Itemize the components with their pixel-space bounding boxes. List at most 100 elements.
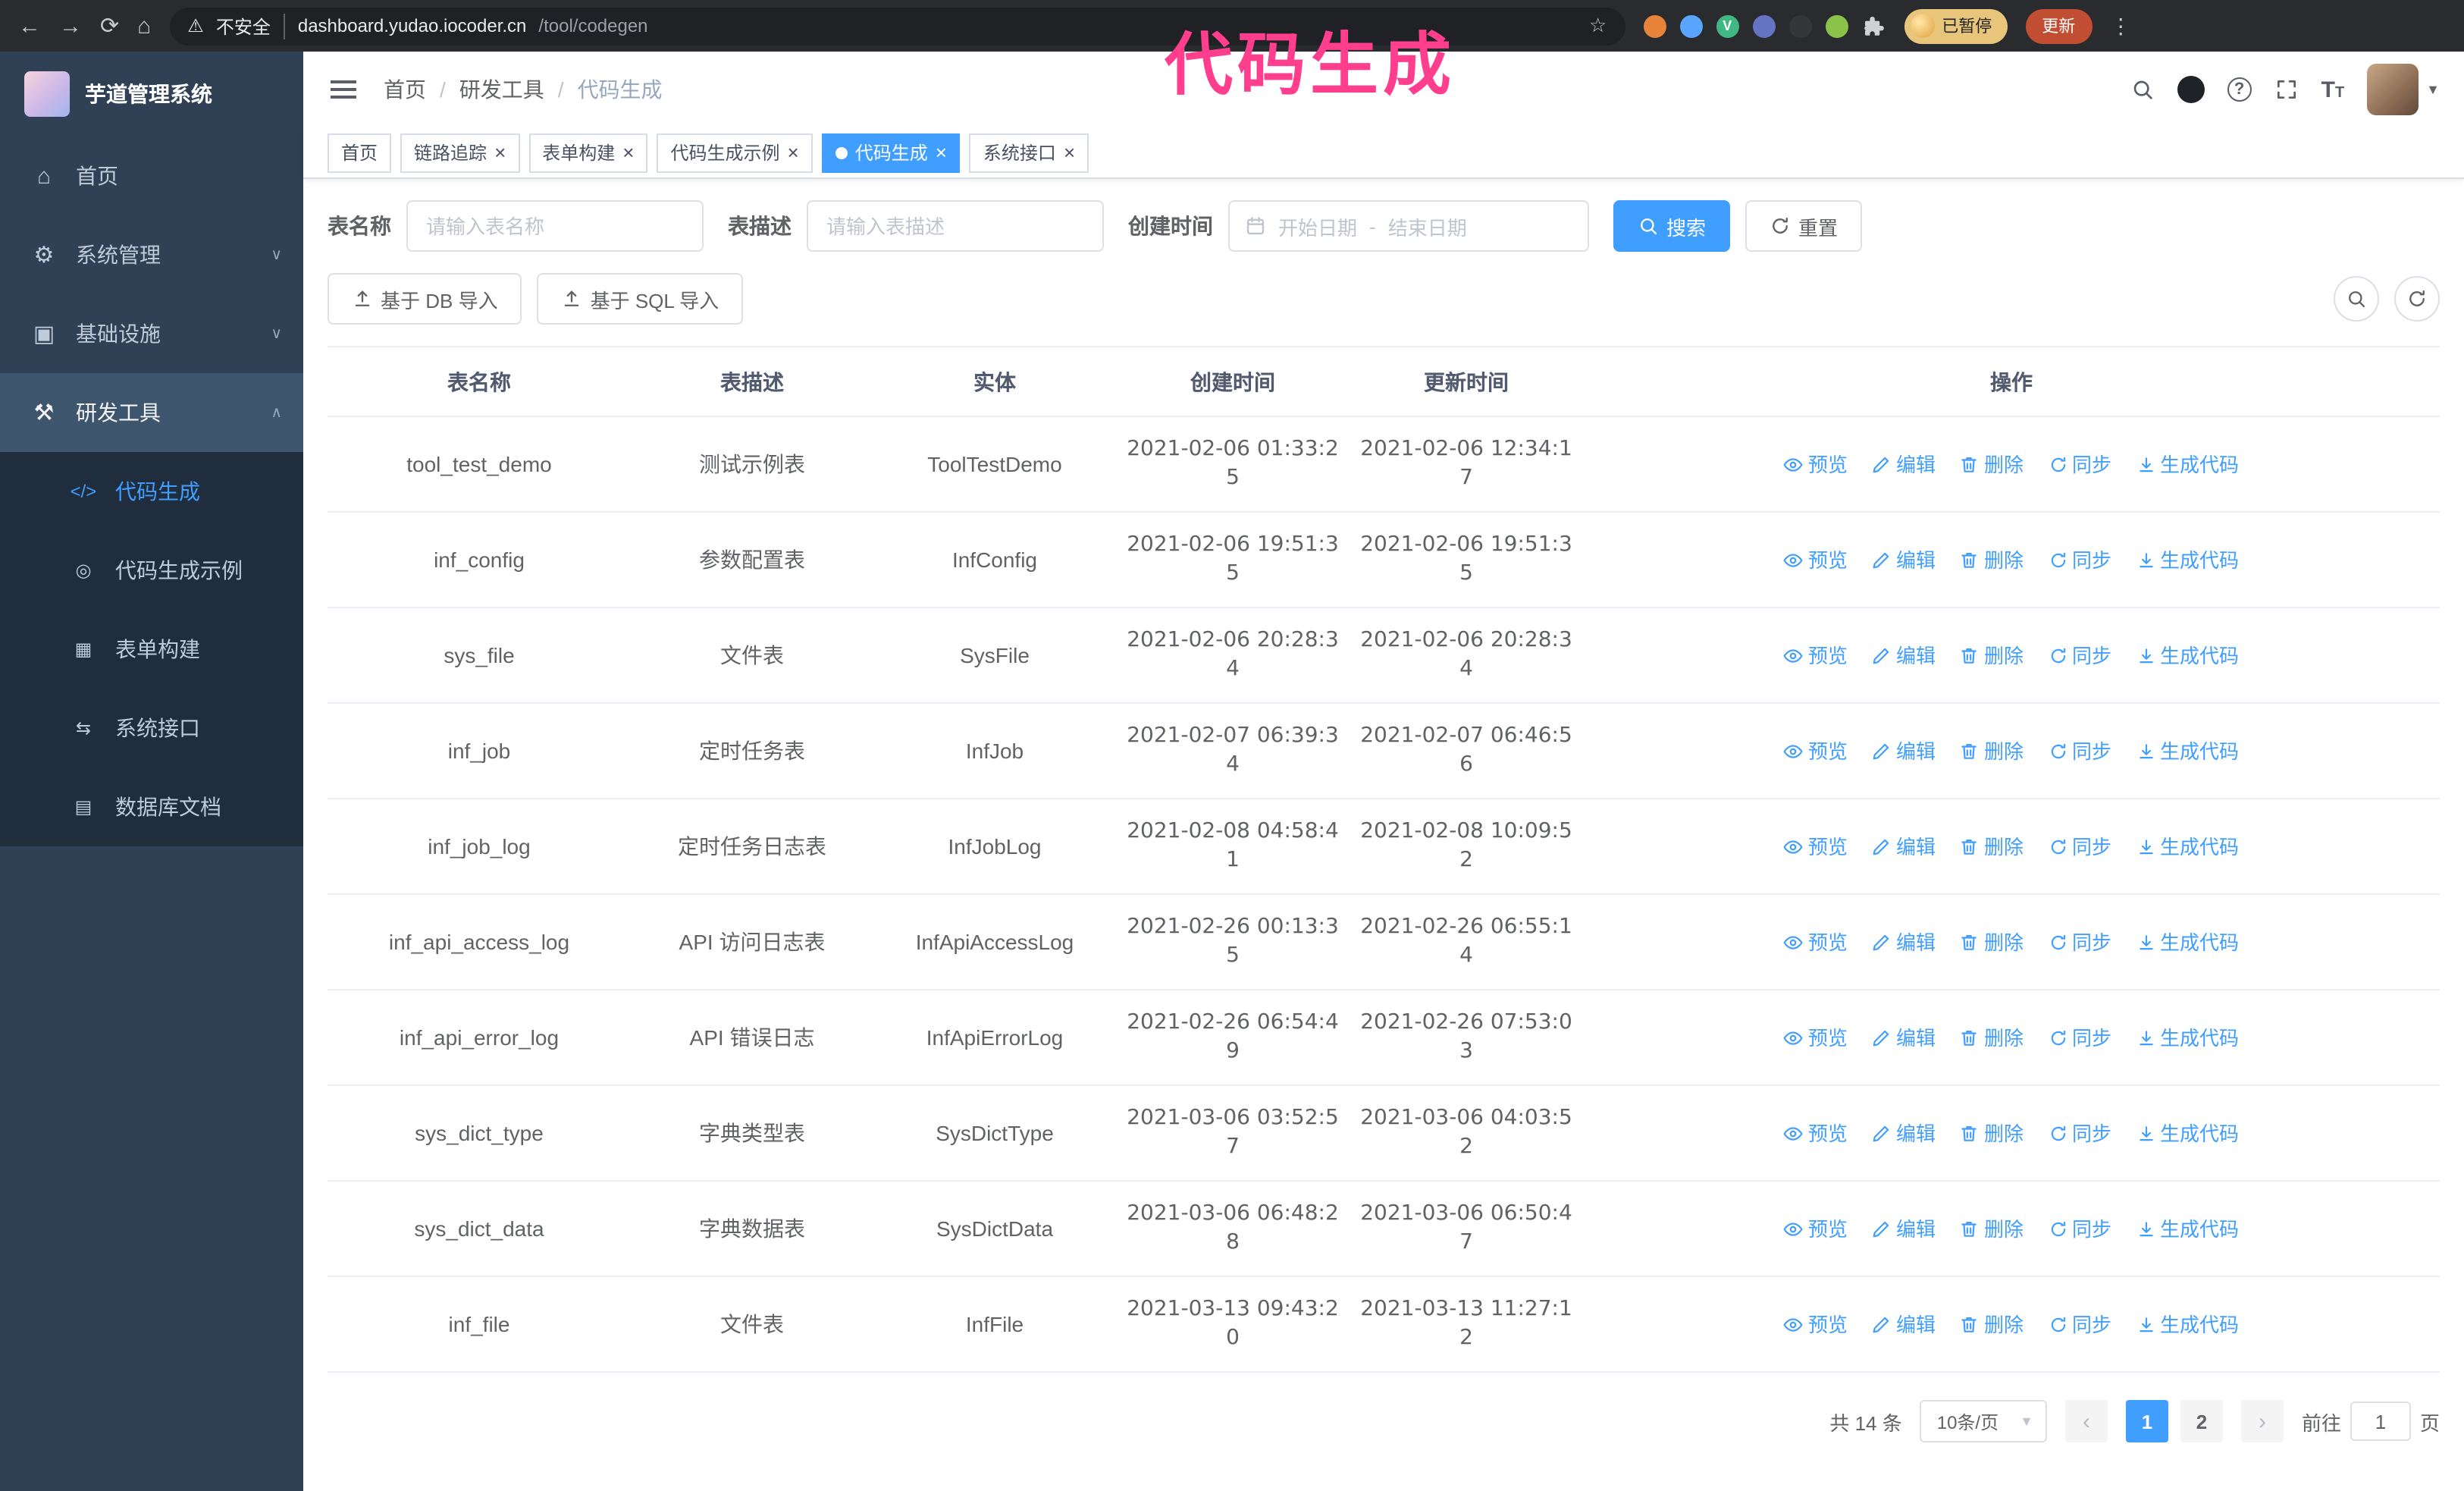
extension-icon-4[interactable] <box>1788 14 1812 37</box>
close-tab-icon[interactable]: × <box>494 143 506 162</box>
preview-link[interactable]: 预览 <box>1784 546 1848 575</box>
page-size-select[interactable]: 10条/页 ▼ <box>1920 1400 2047 1442</box>
extension-icon-1[interactable] <box>1643 14 1666 37</box>
delete-link[interactable]: 删除 <box>1960 450 2024 479</box>
preview-link[interactable]: 预览 <box>1784 833 1848 862</box>
tab-2[interactable]: 表单构建 × <box>528 133 648 172</box>
generate-code-link[interactable]: 生成代码 <box>2136 1024 2239 1053</box>
sidebar-item-system-api[interactable]: ⇆ 系统接口 <box>0 689 303 767</box>
edit-link[interactable]: 编辑 <box>1872 928 1936 957</box>
page-1-button[interactable]: 1 <box>2125 1400 2168 1442</box>
search-icon[interactable] <box>2130 77 2155 102</box>
hamburger-icon[interactable] <box>328 74 359 105</box>
extensions-puzzle-icon[interactable] <box>1861 14 1886 38</box>
import-sql-button[interactable]: 基于 SQL 导入 <box>537 273 744 325</box>
sync-link[interactable]: 同步 <box>2048 1215 2111 1244</box>
generate-code-link[interactable]: 生成代码 <box>2136 450 2239 479</box>
generate-code-link[interactable]: 生成代码 <box>2136 737 2239 766</box>
sidebar-item-form-builder[interactable]: ▦ 表单构建 <box>0 610 303 689</box>
refresh-table-button[interactable] <box>2394 276 2440 322</box>
font-size-icon[interactable]: TT <box>2321 78 2345 101</box>
profile-paused-badge[interactable]: 已暂停 <box>1904 8 2008 43</box>
fullscreen-icon[interactable] <box>2274 77 2299 102</box>
next-page-button[interactable]: › <box>2240 1400 2284 1442</box>
sync-link[interactable]: 同步 <box>2048 450 2111 479</box>
github-icon[interactable] <box>2177 76 2205 103</box>
reset-button[interactable]: 重置 <box>1745 200 1863 252</box>
home-icon[interactable]: ⌂ <box>137 14 151 37</box>
sidebar-item-infrastructure[interactable]: ▣ 基础设施 ∨ <box>0 294 303 373</box>
close-tab-icon[interactable]: × <box>622 143 634 162</box>
generate-code-link[interactable]: 生成代码 <box>2136 833 2239 862</box>
sidebar-item-dev-tools[interactable]: ⚒ 研发工具 ∧ <box>0 373 303 452</box>
date-range-picker[interactable]: 开始日期 - 结束日期 <box>1228 200 1589 252</box>
preview-link[interactable]: 预览 <box>1784 1215 1848 1244</box>
generate-code-link[interactable]: 生成代码 <box>2136 1311 2239 1339</box>
sync-link[interactable]: 同步 <box>2048 1119 2111 1148</box>
toggle-search-button[interactable] <box>2334 276 2379 322</box>
generate-code-link[interactable]: 生成代码 <box>2136 928 2239 957</box>
edit-link[interactable]: 编辑 <box>1872 1119 1936 1148</box>
preview-link[interactable]: 预览 <box>1784 928 1848 957</box>
reload-icon[interactable]: ⟳ <box>100 14 119 37</box>
sidebar-item-system-management[interactable]: ⚙ 系统管理 ∨ <box>0 215 303 294</box>
sync-link[interactable]: 同步 <box>2048 1024 2111 1053</box>
browser-menu-icon[interactable]: ⋮ <box>2110 13 2131 39</box>
tab-1[interactable]: 链路追踪 × <box>400 133 520 172</box>
edit-link[interactable]: 编辑 <box>1872 1024 1936 1053</box>
prev-page-button[interactable]: ‹ <box>2064 1400 2108 1442</box>
sync-link[interactable]: 同步 <box>2048 833 2111 862</box>
edit-link[interactable]: 编辑 <box>1872 642 1936 670</box>
generate-code-link[interactable]: 生成代码 <box>2136 1215 2239 1244</box>
import-db-button[interactable]: 基于 DB 导入 <box>328 273 522 325</box>
extension-icon-3[interactable] <box>1752 14 1776 37</box>
user-menu[interactable]: ▼ <box>2367 64 2440 115</box>
bookmark-star-icon[interactable]: ☆ <box>1589 14 1607 38</box>
update-button[interactable]: 更新 <box>2025 8 2093 43</box>
preview-link[interactable]: 预览 <box>1784 450 1848 479</box>
url-bar[interactable]: ⚠ 不安全 dashboard.yudao.iocoder.cn/tool/co… <box>169 7 1625 45</box>
forward-icon[interactable]: → <box>59 14 82 37</box>
breadcrumb-home[interactable]: 首页 <box>384 74 459 105</box>
tab-5[interactable]: 系统接口 × <box>969 133 1089 172</box>
goto-page-input[interactable] <box>2350 1402 2411 1441</box>
back-icon[interactable]: ← <box>18 14 41 37</box>
sidebar-item-db-doc[interactable]: ▤ 数据库文档 <box>0 767 303 846</box>
sidebar-item-home[interactable]: ⌂ 首页 <box>0 137 303 215</box>
preview-link[interactable]: 预览 <box>1784 642 1848 670</box>
close-tab-icon[interactable]: × <box>1064 143 1075 162</box>
tab-4[interactable]: 代码生成 × <box>821 133 961 172</box>
edit-link[interactable]: 编辑 <box>1872 737 1936 766</box>
delete-link[interactable]: 删除 <box>1960 546 2024 575</box>
edit-link[interactable]: 编辑 <box>1872 833 1936 862</box>
edit-link[interactable]: 编辑 <box>1872 546 1936 575</box>
extension-icon-2[interactable] <box>1679 14 1703 37</box>
edit-link[interactable]: 编辑 <box>1872 1215 1936 1244</box>
close-tab-icon[interactable]: × <box>936 143 947 162</box>
table-desc-input[interactable] <box>807 200 1104 252</box>
delete-link[interactable]: 删除 <box>1960 1215 2024 1244</box>
preview-link[interactable]: 预览 <box>1784 737 1848 766</box>
edit-link[interactable]: 编辑 <box>1872 1311 1936 1339</box>
sync-link[interactable]: 同步 <box>2048 928 2111 957</box>
delete-link[interactable]: 删除 <box>1960 642 2024 670</box>
search-button[interactable]: 搜索 <box>1613 200 1731 252</box>
delete-link[interactable]: 删除 <box>1960 1024 2024 1053</box>
generate-code-link[interactable]: 生成代码 <box>2136 546 2239 575</box>
preview-link[interactable]: 预览 <box>1784 1119 1848 1148</box>
delete-link[interactable]: 删除 <box>1960 833 2024 862</box>
table-name-input[interactable] <box>406 200 704 252</box>
sidebar-item-codegen[interactable]: </> 代码生成 <box>0 452 303 531</box>
help-icon[interactable]: ? <box>2227 77 2252 102</box>
sync-link[interactable]: 同步 <box>2048 642 2111 670</box>
delete-link[interactable]: 删除 <box>1960 1311 2024 1339</box>
generate-code-link[interactable]: 生成代码 <box>2136 1119 2239 1148</box>
page-2-button[interactable]: 2 <box>2180 1400 2223 1442</box>
sync-link[interactable]: 同步 <box>2048 737 2111 766</box>
tab-3[interactable]: 代码生成示例 × <box>657 133 813 172</box>
vue-devtools-icon[interactable]: V <box>1716 14 1739 37</box>
preview-link[interactable]: 预览 <box>1784 1024 1848 1053</box>
delete-link[interactable]: 删除 <box>1960 737 2024 766</box>
sync-link[interactable]: 同步 <box>2048 546 2111 575</box>
close-tab-icon[interactable]: × <box>788 143 799 162</box>
